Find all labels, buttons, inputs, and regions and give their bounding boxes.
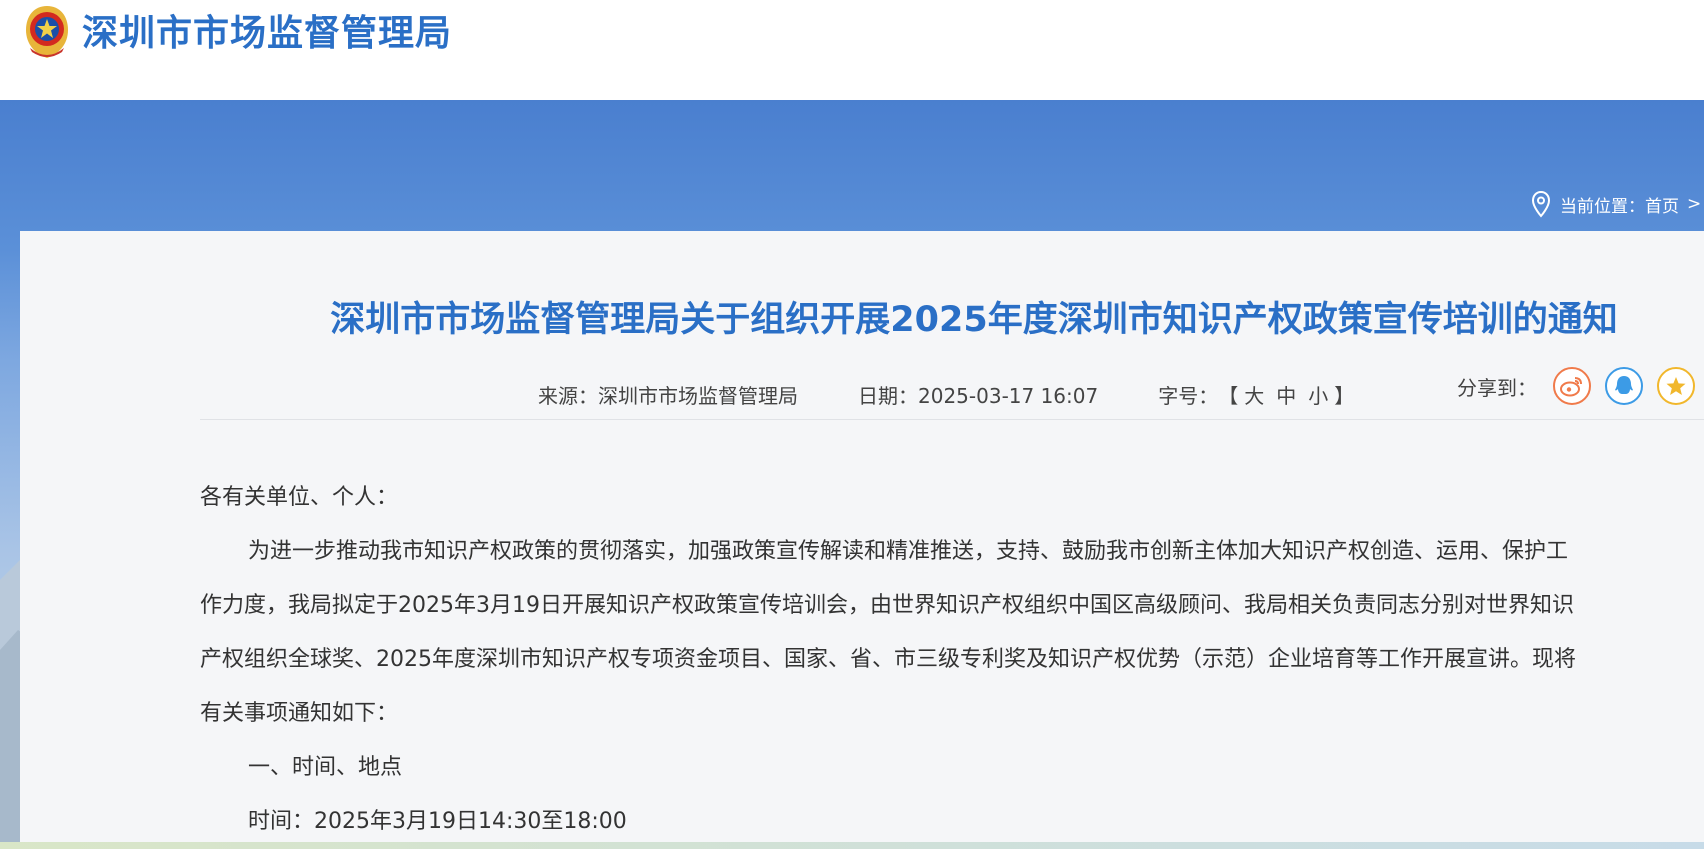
- breadcrumb-home-link[interactable]: 首页: [1645, 192, 1679, 217]
- breadcrumb-separator: >: [1687, 194, 1702, 214]
- location-pin-icon: [1531, 190, 1551, 218]
- fontsize-small-button[interactable]: 小: [1308, 380, 1328, 409]
- article-body: 各有关单位、个人： 为进一步推动我市知识产权政策的贯彻落实，加强政策宣传解读和精…: [200, 471, 1704, 849]
- share-label: 分享到：: [1457, 375, 1537, 400]
- fontsize-label: 字号：: [1158, 383, 1219, 408]
- article-title: 深圳市市场监督管理局关于组织开展2025年度深圳市知识产权政策宣传培训的通知: [330, 300, 1618, 340]
- meta-divider: [200, 419, 1704, 420]
- favorite-star-icon: [1666, 377, 1686, 395]
- time-line: 时间：2025年3月19日14:30至18:00: [248, 809, 627, 834]
- salutation: 各有关单位、个人：: [200, 485, 399, 510]
- article-meta: 来源：深圳市市场监督管理局 日期：2025-03-17 16:07 字号： 【 …: [538, 379, 1354, 409]
- share-bar: 分享到：: [1457, 364, 1695, 408]
- fontsize-medium-button[interactable]: 中: [1276, 380, 1296, 409]
- body-paragraph-line: 产权组织全球奖、2025年度深圳市知识产权专项资金项目、国家、省、市三级专利奖及…: [200, 647, 1576, 672]
- site-header: 深圳市市场监督管理局: [0, 0, 1704, 100]
- fontsize-large-button[interactable]: 大: [1244, 380, 1264, 409]
- share-weibo-button[interactable]: [1553, 367, 1591, 405]
- breadcrumb: 当前位置： 首页 >: [1530, 189, 1701, 219]
- qq-icon: [1615, 376, 1633, 394]
- body-paragraph-line: 为进一步推动我市知识产权政策的贯彻落实，加强政策宣传解读和精准推送，支持、鼓励我…: [248, 539, 1569, 564]
- article-card: 深圳市市场监督管理局关于组织开展2025年度深圳市知识产权政策宣传培训的通知 来…: [20, 231, 1704, 849]
- weibo-icon: [1560, 377, 1582, 397]
- national-emblem-logo[interactable]: [22, 4, 72, 60]
- share-qq-button[interactable]: [1605, 367, 1643, 405]
- site-title[interactable]: 深圳市市场监督管理局: [82, 10, 452, 58]
- fontsize-bracket-open: 【: [1218, 383, 1239, 408]
- section-heading: 一、时间、地点: [248, 755, 403, 780]
- article-source: 来源：深圳市市场监督管理局: [538, 383, 798, 408]
- breadcrumb-label: 当前位置：: [1560, 196, 1645, 217]
- share-favorite-button[interactable]: [1657, 367, 1695, 405]
- bottom-strip: [0, 842, 1704, 849]
- fontsize-bracket-close: 】: [1334, 383, 1355, 408]
- body-paragraph-line: 作力度，我局拟定于2025年3月19日开展知识产权政策宣传培训会，由世界知识产权…: [200, 593, 1574, 618]
- page: 深圳市市场监督管理局 当前位置： 首页 > 深圳市市场监督管理局关于组织开展20…: [0, 0, 1704, 849]
- body-paragraph-line: 有关事项通知如下：: [200, 701, 399, 726]
- article-date: 日期：2025-03-17 16:07: [858, 383, 1099, 408]
